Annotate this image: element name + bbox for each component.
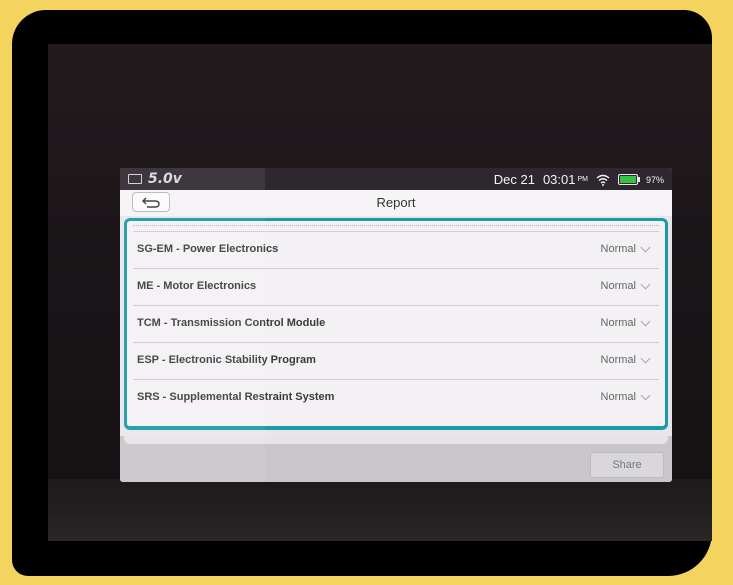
module-name: ME - Motor Electronics: [137, 280, 257, 292]
status-time: 03:01: [542, 172, 576, 187]
status-dropdown[interactable]: Normal: [600, 242, 651, 255]
chevron-down-icon: [640, 390, 651, 400]
status-value: Normal: [600, 280, 636, 292]
status-right: Dec 21 03:01 PM 97%: [494, 172, 664, 187]
page-title: Report: [376, 195, 416, 210]
list-item[interactable]: SG-EM - Power Electronics Normal: [133, 231, 659, 267]
list-item[interactable]: TCM - Transmission Control Module Normal: [133, 305, 659, 341]
status-value: Normal: [600, 317, 636, 329]
status-ampm: PM: [577, 176, 588, 183]
status-date: Dec 21: [493, 172, 535, 187]
list-item[interactable]: ME - Motor Electronics Normal: [133, 268, 659, 304]
battery-icon: [617, 174, 640, 185]
device-lower-bezel: [48, 479, 712, 541]
module-name: TCM - Transmission Control Module: [137, 317, 326, 329]
module-list: SG-EM - Power Electronics Normal ME - Mo…: [124, 218, 668, 430]
dotted-divider: [133, 225, 659, 226]
status-bar: 5.0v Dec 21 03:01 PM 97%: [120, 168, 672, 190]
status-dropdown[interactable]: Normal: [600, 353, 651, 366]
vehicle-battery-icon: [128, 174, 142, 184]
status-dropdown[interactable]: Normal: [600, 316, 651, 329]
status-left: 5.0v: [128, 171, 182, 187]
chevron-down-icon: [640, 316, 651, 326]
bottom-bar: Share: [120, 436, 672, 482]
chevron-down-icon: [640, 242, 651, 252]
list-item[interactable]: SRS - Supplemental Restraint System Norm…: [133, 379, 659, 415]
battery-percent: 97%: [645, 174, 664, 185]
device-photo: 5.0v Dec 21 03:01 PM 97% Report SG-EM - …: [48, 44, 712, 541]
module-name: SRS - Supplemental Restraint System: [137, 391, 335, 403]
voltage-readout: 5.0v: [148, 171, 182, 187]
chevron-down-icon: [640, 279, 651, 289]
status-value: Normal: [600, 354, 636, 366]
title-bar: Report: [120, 190, 672, 216]
status-value: Normal: [600, 243, 636, 255]
status-dropdown[interactable]: Normal: [600, 279, 651, 292]
share-button[interactable]: Share: [590, 452, 664, 478]
status-dropdown[interactable]: Normal: [600, 390, 651, 403]
battery-fill: [619, 176, 636, 183]
chevron-down-icon: [640, 353, 651, 363]
status-value: Normal: [600, 391, 636, 403]
wifi-icon: [596, 174, 610, 186]
device-screen: 5.0v Dec 21 03:01 PM 97% Report SG-EM - …: [120, 168, 672, 482]
list-item[interactable]: ESP - Electronic Stability Program Norma…: [133, 342, 659, 378]
panel-bottom-strip: [124, 436, 668, 444]
module-name: SG-EM - Power Electronics: [137, 243, 279, 255]
module-name: ESP - Electronic Stability Program: [137, 354, 316, 366]
